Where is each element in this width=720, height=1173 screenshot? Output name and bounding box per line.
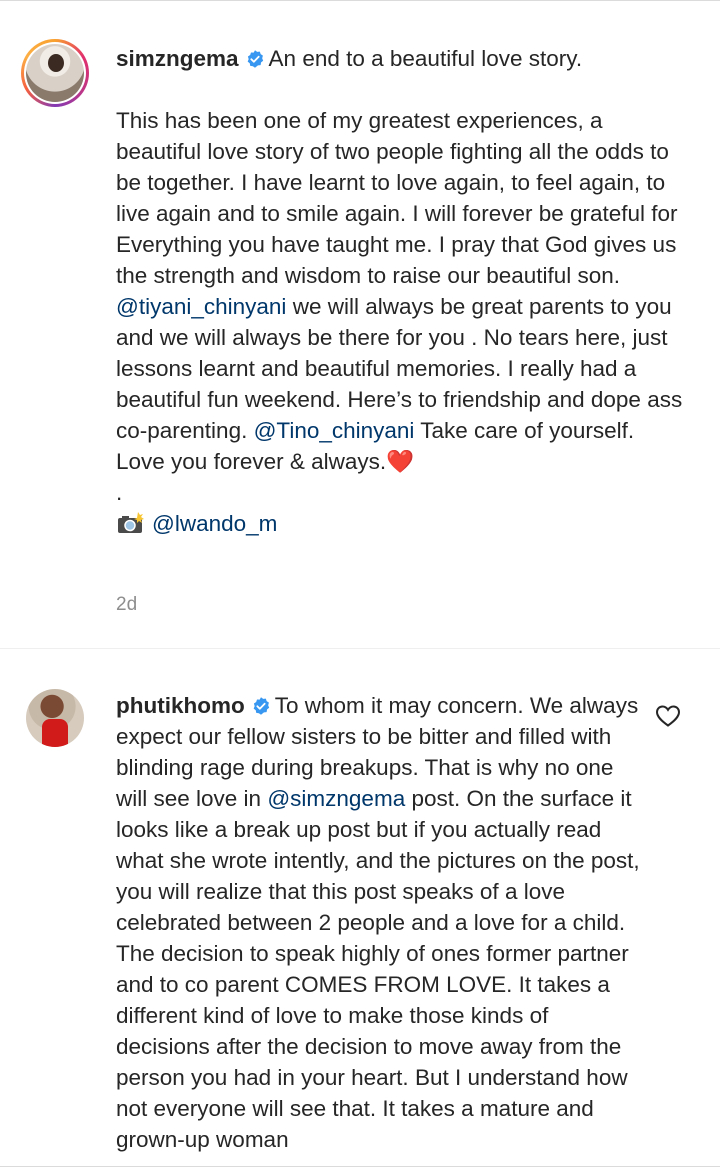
mention-tino[interactable]: @Tino_chinyani <box>254 418 415 443</box>
post-timestamp: 2d <box>116 594 138 615</box>
avatar-phutikhomo[interactable] <box>26 689 84 747</box>
mention-simzngema[interactable]: @simzngema <box>267 786 405 811</box>
caption-text: simzngema An end to a beautiful love stor… <box>116 43 686 74</box>
section-separator <box>0 648 720 657</box>
camera-flash-icon <box>118 512 144 533</box>
post-caption: simzngema An end to a beautiful love stor… <box>0 0 720 648</box>
caption-username[interactable]: simzngema <box>116 46 239 71</box>
caption-body: This has been one of my greatest experie… <box>116 105 686 539</box>
mention-tiyani[interactable]: @tiyani_chinyani <box>116 294 286 319</box>
avatar-simzngema[interactable] <box>26 44 84 102</box>
comment-username[interactable]: phutikhomo <box>116 693 245 718</box>
verified-badge-icon <box>247 50 263 68</box>
caption-body-text-1: This has been one of my greatest experie… <box>116 108 684 288</box>
caption-dot: . <box>116 480 123 505</box>
bottom-divider <box>0 1166 720 1167</box>
comment-text-2: post. On the surface it looks like a bre… <box>116 786 646 1152</box>
caption-opening: An end to a beautiful love story. <box>268 46 583 71</box>
heart-emoji: ❤️ <box>386 449 415 474</box>
mention-lwando[interactable]: @lwando_m <box>152 511 277 536</box>
verified-badge-icon <box>253 697 269 715</box>
story-ring[interactable] <box>21 39 89 107</box>
heart-outline-icon[interactable] <box>655 704 681 728</box>
comment-text: phutikhomo To whom it may concern. We alw… <box>116 690 644 1155</box>
